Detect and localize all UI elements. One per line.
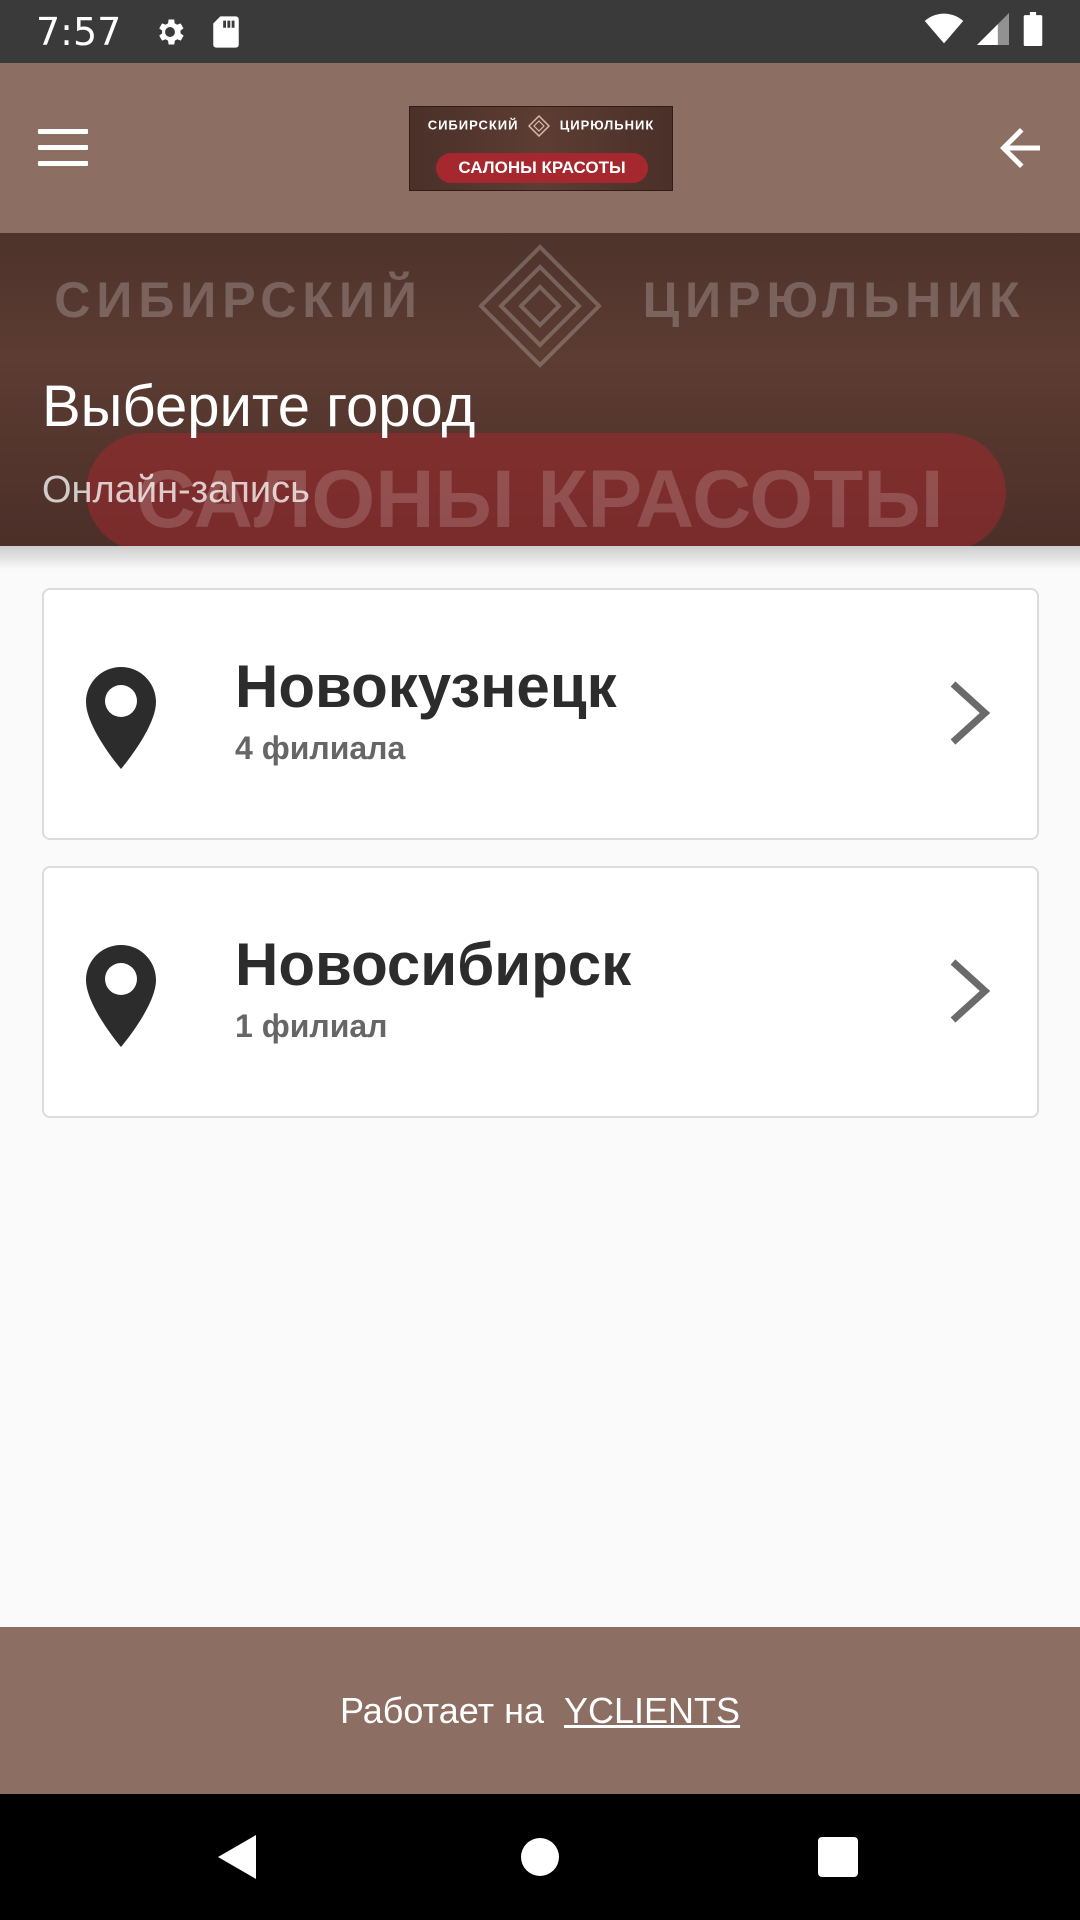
map-pin-icon [86,945,156,1047]
chevron-right-icon [950,959,991,1023]
branch-count: 1 филиал [235,1008,388,1044]
logo-top-line: СИБИРСКИЙ ЦИРЮЛЬНИК [410,115,672,137]
footer-text: Работает на [339,1689,544,1731]
app-bar: СИБИРСКИЙ ЦИРЮЛЬНИК САЛОНЫ КРАСОТЫ [0,63,1080,233]
city-card-novokuznetsk[interactable]: Новокузнецк 4 филиала [42,588,1039,840]
city-name: Новокузнецк [235,653,617,720]
page-title: Выберите город [42,374,476,439]
gear-icon [153,15,187,49]
system-nav-bar [0,1794,1080,1920]
brand-logo: СИБИРСКИЙ ЦИРЮЛЬНИК САЛОНЫ КРАСОТЫ [409,106,673,191]
map-pin-icon [86,667,156,769]
nav-home-icon[interactable] [480,1794,600,1920]
footer: Работает на YCLIENTS [0,1627,1080,1794]
hero-banner: СИБИРСКИЙ ЦИРЮЛЬНИК САЛОНЫ КРАСОТЫ Выбер… [0,233,1080,546]
chevron-right-icon [950,681,991,745]
status-right-icons [924,12,1044,51]
sd-card-icon [211,15,241,49]
wifi-icon [924,13,964,50]
status-time: 7:57 [36,9,122,54]
city-card-novosibirsk[interactable]: Новосибирск 1 филиал [42,866,1039,1118]
city-name: Новосибирск [235,931,632,998]
arrow-back-icon[interactable] [990,118,1050,178]
nav-recents-icon[interactable] [778,1794,898,1920]
status-bar: 7:57 [0,0,1080,63]
branch-count: 4 филиала [235,730,406,766]
battery-icon [1022,12,1044,51]
page-subtitle: Онлайн-запись [42,469,310,511]
signal-icon [976,13,1010,50]
hero-shadow [0,546,1080,570]
ornament-icon [528,115,551,137]
hamburger-menu-icon[interactable] [38,129,88,169]
logo-pill: САЛОНЫ КРАСОТЫ [436,153,648,183]
ornament-icon [478,244,602,368]
nav-back-icon[interactable] [178,1794,298,1920]
yclients-link[interactable]: YCLIENTS [564,1690,740,1732]
